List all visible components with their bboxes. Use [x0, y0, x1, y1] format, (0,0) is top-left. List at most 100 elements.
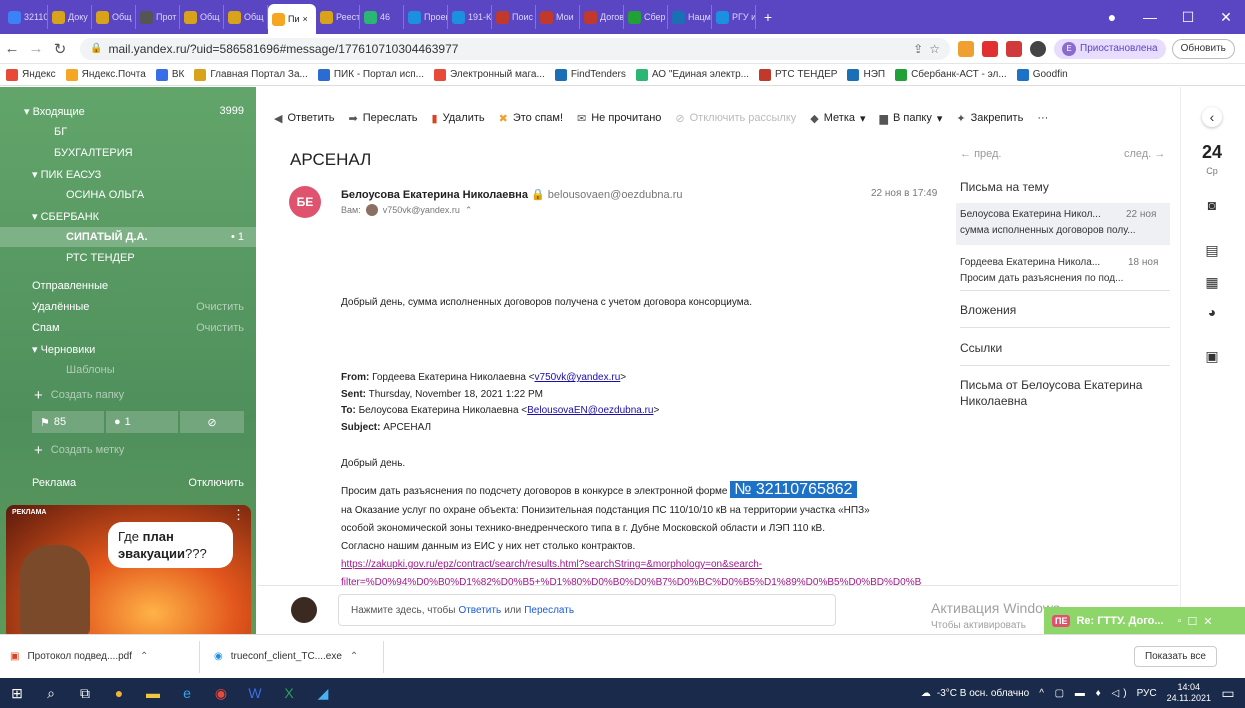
weather-widget[interactable]: ☁ -3°C В осн. облачно	[921, 688, 1029, 699]
browser-tab[interactable]: Прот	[136, 5, 180, 29]
chat-popup[interactable]: ПЕ Re: ГТТУ. Дого... ▫ ☐ ✕	[1044, 607, 1245, 635]
pie-icon[interactable]: ◕	[1202, 302, 1222, 322]
word-icon[interactable]: W	[238, 678, 272, 708]
quick-reply-input[interactable]: Нажмите здесь, чтобы Ответить или Пересл…	[338, 594, 836, 626]
notifications-icon[interactable]: ▭	[1211, 678, 1245, 708]
more-icon[interactable]: ⋮	[232, 507, 245, 523]
more-button[interactable]: ···	[1037, 112, 1048, 124]
spam-button[interactable]: ✖ Это спам!	[499, 112, 563, 125]
address-bar[interactable]: 🔒 mail.yandex.ru/?uid=586581696#message/…	[80, 37, 950, 60]
folder-item[interactable]: ОСИНА ОЛЬГА	[0, 185, 256, 205]
ie-icon[interactable]: e	[170, 678, 204, 708]
folder-item[interactable]: БГ	[0, 122, 256, 142]
create-folder-button[interactable]: + Создать папку	[0, 385, 256, 405]
bookmark-item[interactable]: ПИК - Портал исп...	[317, 68, 424, 81]
chevron-up-icon[interactable]: ⌃	[465, 205, 473, 216]
label-button[interactable]: ◆ Метка ▾	[810, 112, 865, 125]
close-tab-icon[interactable]: ×	[303, 14, 308, 24]
prev-button[interactable]: ← пред.	[960, 148, 1002, 160]
thread-item-selected[interactable]: Белоусова Екатерина Никол... 22 ноя сумм…	[956, 203, 1170, 245]
browser-tab[interactable]: Общ	[92, 5, 136, 29]
new-tab-button[interactable]: +	[756, 9, 780, 25]
recipient-email[interactable]: v750vk@yandex.ru	[383, 205, 460, 215]
language-indicator[interactable]: РУС	[1137, 688, 1157, 699]
collapse-chevron-icon[interactable]: ‹	[1202, 107, 1222, 127]
app-icon[interactable]: ◢	[306, 678, 340, 708]
browser-tab[interactable]: РГУ и	[712, 5, 756, 29]
bookmark-item[interactable]: Электронный мага...	[434, 68, 545, 81]
folder-item[interactable]: ▾ ПИК ЕАСУЗ	[0, 164, 256, 184]
task-view-icon[interactable]: ⧉	[68, 678, 102, 708]
show-all-button[interactable]: Показать все	[1133, 646, 1217, 667]
sender-name[interactable]: Белоусова Екатерина Николаевна	[341, 189, 528, 201]
maximize-button[interactable]: ☐	[1169, 9, 1207, 26]
browser-tab[interactable]: Нацм	[668, 5, 712, 29]
unsubscribe-button[interactable]: ⊘ Отключить рассылку	[675, 112, 796, 125]
bookmark-item[interactable]: АО "Единая электр...	[635, 68, 749, 81]
bookmark-item[interactable]: FindTenders	[554, 68, 626, 81]
sender-email[interactable]: belousovaen@oezdubna.ru	[548, 189, 683, 201]
clock[interactable]: 14:04 24.11.2021	[1167, 682, 1211, 704]
disable-ads-button[interactable]: Отключить	[188, 477, 244, 489]
sender-letters-title[interactable]: Письма от Белоусова Екатерина	[960, 378, 1142, 392]
next-button[interactable]: след. →	[1124, 148, 1165, 160]
share-icon[interactable]: ⇪	[913, 42, 923, 56]
bookmark-item[interactable]: Goodfin	[1016, 68, 1068, 81]
attachment-filter[interactable]: ⊘	[180, 411, 244, 433]
sender-letters-title[interactable]: Николаевна	[960, 394, 1027, 408]
bookmark-item[interactable]: Яндекс	[6, 68, 56, 81]
browser-tab[interactable]: 46	[360, 5, 404, 29]
profile-button[interactable]: Е Приостановлена	[1054, 38, 1166, 59]
folder-spam[interactable]: Спам Очистить	[0, 318, 256, 338]
browser-tab[interactable]: Поис	[492, 5, 536, 29]
browser-tab[interactable]: 191-К	[448, 5, 492, 29]
chrome-icon[interactable]: ●	[102, 678, 136, 708]
browser-tab[interactable]: Общ	[180, 5, 224, 29]
browser-tab[interactable]: Реест	[316, 5, 360, 29]
forward-link[interactable]: Переслать	[524, 605, 574, 616]
chevron-up-icon[interactable]: ⌃	[350, 651, 358, 662]
mark-unread-button[interactable]: ✉ Не прочитано	[577, 112, 661, 125]
profile-dot-icon[interactable]: ●	[1093, 9, 1131, 25]
bookmark-item[interactable]: ВК	[155, 68, 184, 81]
delete-button[interactable]: ▮ Удалить	[432, 112, 485, 125]
folder-deleted[interactable]: Удалённые Очистить	[0, 297, 256, 317]
calendar-day[interactable]: 24	[1191, 142, 1233, 163]
browser-tab[interactable]: Доку	[48, 5, 92, 29]
ad-banner[interactable]: РЕКЛАМА ⋮ Где план эвакуации???	[6, 505, 251, 640]
browser-tab-active[interactable]: Пи ×	[268, 4, 316, 34]
folder-templates[interactable]: Шаблоны	[0, 360, 256, 380]
minimize-icon[interactable]: ▫	[1178, 615, 1182, 627]
expand-icon[interactable]: ☐	[1187, 615, 1197, 628]
close-icon[interactable]: ✕	[1203, 615, 1212, 628]
browser-tab[interactable]: Мои	[536, 5, 580, 29]
excel-icon[interactable]: X	[272, 678, 306, 708]
folder-item[interactable]: РТС ТЕНДЕР	[0, 248, 256, 268]
browser-tab[interactable]: Общ	[224, 5, 268, 29]
extension-icon[interactable]	[958, 40, 974, 57]
browser-tab[interactable]: Сбер	[624, 5, 668, 29]
flagged-filter[interactable]: ⚑ 85	[32, 411, 104, 433]
apps-icon[interactable]: ▦	[1202, 272, 1222, 292]
browser-tab[interactable]: 32110	[4, 5, 48, 29]
explorer-icon[interactable]: ▬	[136, 678, 170, 708]
bookmark-item[interactable]: Главная Портал За...	[194, 68, 308, 81]
minimize-button[interactable]: —	[1131, 9, 1169, 25]
start-icon[interactable]: ⊞	[0, 678, 34, 708]
attachments-section[interactable]: Вложения	[960, 303, 1016, 317]
browser-tab[interactable]: Проек	[404, 5, 448, 29]
bookmark-item[interactable]: Сбербанк-АСТ - эл...	[895, 68, 1007, 81]
extension-icon[interactable]	[1006, 40, 1022, 57]
links-section[interactable]: Ссылки	[960, 341, 1002, 355]
extension-icon[interactable]	[982, 40, 998, 57]
pin-button[interactable]: ✦ Закрепить	[956, 112, 1023, 125]
forms-icon[interactable]: ▣	[1202, 346, 1222, 366]
zakupki-link[interactable]: https://zakupki.gov.ru/epz/contract/sear…	[341, 559, 762, 570]
folder-inbox[interactable]: ▾ Входящие 3999	[0, 101, 256, 121]
bookmark-item[interactable]: Яндекс.Почта	[65, 68, 146, 81]
update-button[interactable]: Обновить	[1171, 38, 1235, 59]
move-to-folder-button[interactable]: ▆ В папку ▾	[880, 112, 943, 125]
chevron-up-icon[interactable]: ⌃	[140, 651, 148, 662]
thread-item[interactable]: Гордеева Екатерина Никола... 18 ноя Прос…	[956, 251, 1170, 293]
search-icon[interactable]: ⌕	[34, 678, 68, 708]
